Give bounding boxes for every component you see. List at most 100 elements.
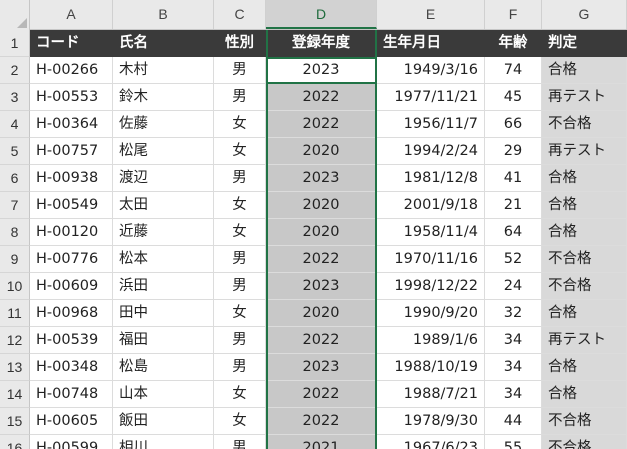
cell-code[interactable]: H-00776 (30, 246, 113, 273)
column-header-c[interactable]: C (214, 0, 266, 29)
cell-reg-year[interactable]: 2022 (266, 84, 377, 111)
cell-birthday[interactable]: 1978/9/30 (377, 408, 485, 435)
cell-birthday[interactable]: 1988/10/19 (377, 354, 485, 381)
cell-age[interactable]: 34 (485, 327, 542, 354)
cell-age[interactable]: 34 (485, 354, 542, 381)
cell-result[interactable]: 再テスト (542, 84, 627, 111)
cell-reg-year[interactable]: 2020 (266, 219, 377, 246)
cell-gender[interactable]: 男 (214, 165, 266, 192)
row-header[interactable]: 8 (0, 219, 30, 246)
cell-code[interactable]: H-00266 (30, 57, 113, 84)
cell-reg-year[interactable]: 2023 (266, 57, 377, 84)
cell-gender[interactable]: 男 (214, 57, 266, 84)
cell-reg-year[interactable]: 2022 (266, 111, 377, 138)
cell-name[interactable]: 太田 (113, 192, 214, 219)
cell-name[interactable]: 浜田 (113, 273, 214, 300)
header-code[interactable]: コード (30, 30, 113, 57)
cell-result[interactable]: 再テスト (542, 138, 627, 165)
cell-reg-year[interactable]: 2023 (266, 354, 377, 381)
header-name[interactable]: 氏名 (113, 30, 214, 57)
row-header[interactable]: 13 (0, 354, 30, 381)
cell-age[interactable]: 32 (485, 300, 542, 327)
cell-result[interactable]: 合格 (542, 219, 627, 246)
cell-name[interactable]: 松尾 (113, 138, 214, 165)
cell-code[interactable]: H-00968 (30, 300, 113, 327)
cell-reg-year[interactable]: 2020 (266, 300, 377, 327)
cell-birthday[interactable]: 1990/9/20 (377, 300, 485, 327)
cell-birthday[interactable]: 1981/12/8 (377, 165, 485, 192)
row-header[interactable]: 11 (0, 300, 30, 327)
cell-name[interactable]: 佐藤 (113, 111, 214, 138)
cell-name[interactable]: 松本 (113, 246, 214, 273)
row-header[interactable]: 14 (0, 381, 30, 408)
cell-gender[interactable]: 男 (214, 246, 266, 273)
cell-age[interactable]: 64 (485, 219, 542, 246)
cell-name[interactable]: 木村 (113, 57, 214, 84)
column-header-d[interactable]: D (266, 0, 377, 29)
cell-birthday[interactable]: 1994/2/24 (377, 138, 485, 165)
header-birthday[interactable]: 生年月日 (377, 30, 485, 57)
cell-reg-year[interactable]: 2022 (266, 408, 377, 435)
cell-code[interactable]: H-00748 (30, 381, 113, 408)
cell-age[interactable]: 24 (485, 273, 542, 300)
row-header[interactable]: 9 (0, 246, 30, 273)
cell-result[interactable]: 合格 (542, 381, 627, 408)
cell-result[interactable]: 合格 (542, 192, 627, 219)
cell-age[interactable]: 52 (485, 246, 542, 273)
column-header-g[interactable]: G (542, 0, 627, 29)
cell-reg-year[interactable]: 2021 (266, 435, 377, 449)
column-header-e[interactable]: E (377, 0, 485, 29)
cell-name[interactable]: 松島 (113, 354, 214, 381)
cell-result[interactable]: 不合格 (542, 435, 627, 449)
cell-reg-year[interactable]: 2022 (266, 381, 377, 408)
cell-gender[interactable]: 女 (214, 111, 266, 138)
cell-name[interactable]: 福田 (113, 327, 214, 354)
cell-code[interactable]: H-00609 (30, 273, 113, 300)
row-header[interactable]: 4 (0, 111, 30, 138)
row-header[interactable]: 12 (0, 327, 30, 354)
cell-birthday[interactable]: 1970/11/16 (377, 246, 485, 273)
cell-birthday[interactable]: 1989/1/6 (377, 327, 485, 354)
cell-birthday[interactable]: 1949/3/16 (377, 57, 485, 84)
cell-gender[interactable]: 男 (214, 273, 266, 300)
cell-code[interactable]: H-00120 (30, 219, 113, 246)
cell-birthday[interactable]: 1967/6/23 (377, 435, 485, 449)
cell-reg-year[interactable]: 2023 (266, 273, 377, 300)
cell-gender[interactable]: 男 (214, 435, 266, 449)
header-result[interactable]: 判定 (542, 30, 627, 57)
cell-result[interactable]: 合格 (542, 165, 627, 192)
cell-code[interactable]: H-00549 (30, 192, 113, 219)
cell-birthday[interactable]: 1998/12/22 (377, 273, 485, 300)
cell-result[interactable]: 合格 (542, 354, 627, 381)
cell-result[interactable]: 合格 (542, 57, 627, 84)
cell-reg-year[interactable]: 2022 (266, 246, 377, 273)
cell-name[interactable]: 田中 (113, 300, 214, 327)
cell-age[interactable]: 44 (485, 408, 542, 435)
cell-name[interactable]: 相川 (113, 435, 214, 449)
cell-result[interactable]: 合格 (542, 300, 627, 327)
cell-gender[interactable]: 女 (214, 192, 266, 219)
cell-name[interactable]: 飯田 (113, 408, 214, 435)
cell-result[interactable]: 不合格 (542, 246, 627, 273)
header-gender[interactable]: 性別 (214, 30, 266, 57)
cell-name[interactable]: 鈴木 (113, 84, 214, 111)
row-header[interactable]: 10 (0, 273, 30, 300)
row-header[interactable]: 16 (0, 435, 30, 449)
cell-age[interactable]: 21 (485, 192, 542, 219)
cell-gender[interactable]: 女 (214, 300, 266, 327)
cell-code[interactable]: H-00938 (30, 165, 113, 192)
cell-birthday[interactable]: 2001/9/18 (377, 192, 485, 219)
cell-age[interactable]: 34 (485, 381, 542, 408)
cell-name[interactable]: 近藤 (113, 219, 214, 246)
cell-result[interactable]: 再テスト (542, 327, 627, 354)
cell-age[interactable]: 66 (485, 111, 542, 138)
cell-code[interactable]: H-00348 (30, 354, 113, 381)
cell-birthday[interactable]: 1977/11/21 (377, 84, 485, 111)
cell-code[interactable]: H-00757 (30, 138, 113, 165)
cell-code[interactable]: H-00553 (30, 84, 113, 111)
column-header-a[interactable]: A (30, 0, 113, 29)
cell-birthday[interactable]: 1988/7/21 (377, 381, 485, 408)
cell-gender[interactable]: 女 (214, 381, 266, 408)
cell-code[interactable]: H-00599 (30, 435, 113, 449)
cell-birthday[interactable]: 1956/11/7 (377, 111, 485, 138)
